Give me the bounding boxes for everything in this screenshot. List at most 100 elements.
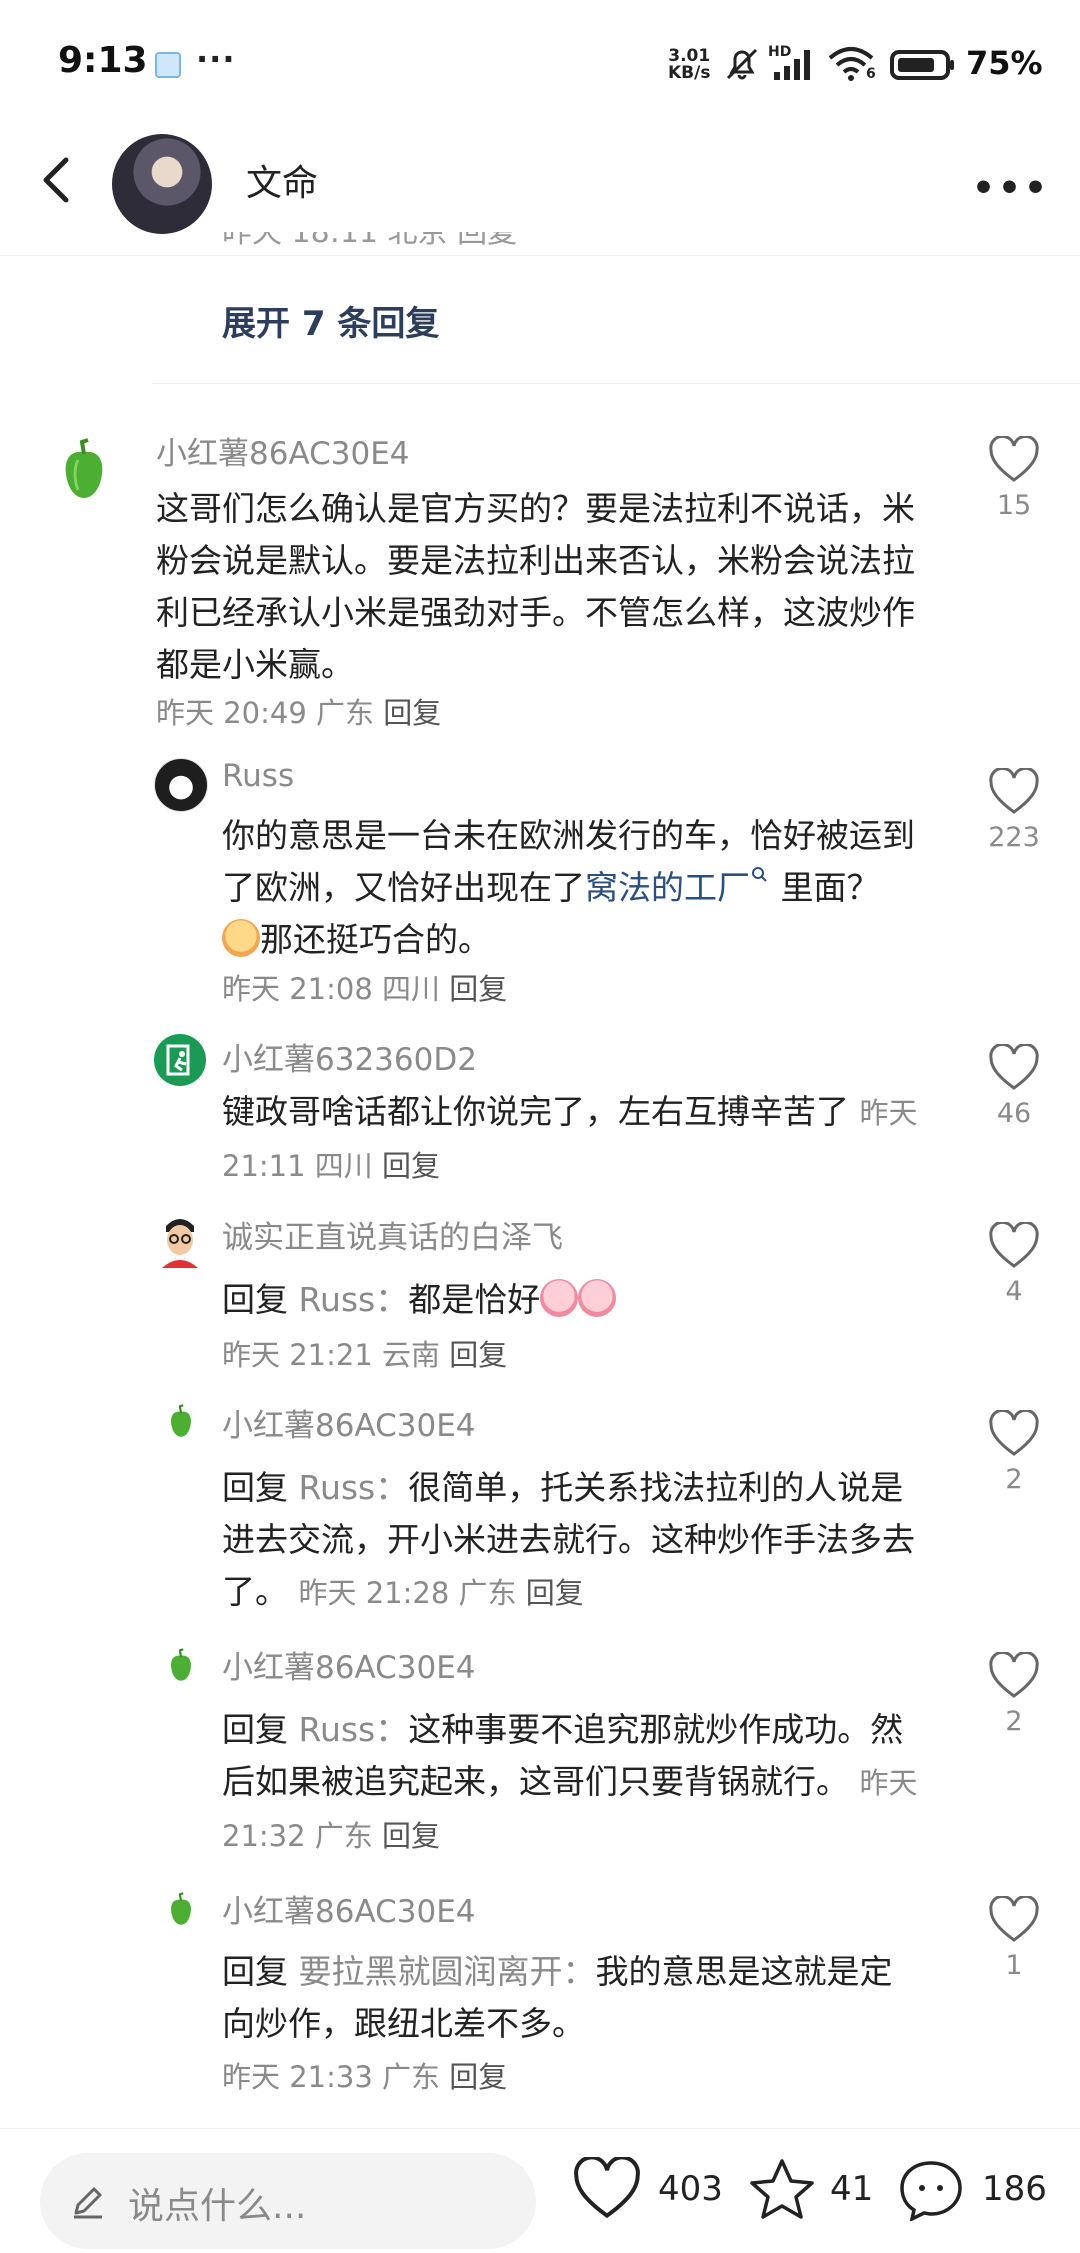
clock: 9:13: [58, 40, 148, 81]
comment-meta: 昨天 20:49 广东 回复: [156, 690, 441, 732]
comment-meta: 昨天 21:21 云南 回复: [222, 1332, 507, 1374]
signal-icon: [774, 50, 810, 80]
pepper-avatar-icon[interactable]: [60, 438, 108, 500]
like-count: 2: [1005, 1464, 1023, 1495]
reply-button[interactable]: 回复: [449, 2060, 507, 2094]
comment-author[interactable]: 小红薯86AC30E4: [222, 1886, 476, 1931]
search-link[interactable]: 窝法的工厂: [585, 868, 750, 907]
cartoon-face-icon: [162, 1219, 198, 1268]
comment-location: 广东: [382, 2060, 441, 2094]
russ-avatar[interactable]: [154, 758, 208, 812]
chat-header: 文命 •••: [0, 130, 1080, 256]
search-icon[interactable]: [750, 865, 770, 889]
pepper-avatar-icon[interactable]: [168, 1648, 194, 1682]
reply-button[interactable]: 回复: [382, 1149, 440, 1183]
heart-icon[interactable]: [988, 1894, 1040, 1944]
heart-icon[interactable]: [988, 1408, 1040, 1458]
reply-target[interactable]: Russ：: [299, 1710, 409, 1749]
exit-figure-icon: [166, 1044, 190, 1076]
comment-author[interactable]: 小红薯86AC30E4: [156, 428, 410, 473]
comment-input[interactable]: 说点什么...: [40, 2153, 536, 2249]
comment-time: 昨天 20:49: [156, 696, 307, 730]
reply-button[interactable]: 回复: [382, 1819, 440, 1853]
battery-percent: 75%: [966, 44, 1043, 82]
favorite-count: 41: [830, 2169, 874, 2209]
pepper-avatar-icon[interactable]: [168, 1404, 194, 1438]
comment-meta: 昨天 21:08 四川 回复: [222, 966, 507, 1008]
like-button[interactable]: 223: [984, 766, 1044, 853]
comment-body: 回复 Russ：这种事要不追究那就炒作成功。然后如果被追究起来，这哥们只要背锅就…: [222, 1704, 922, 1862]
reply-button[interactable]: 回复: [383, 696, 441, 730]
favorite-button[interactable]: [748, 2157, 816, 2225]
net-speed: 3.01 KB/s: [668, 48, 710, 82]
comment-author[interactable]: 小红薯86AC30E4: [222, 1642, 476, 1687]
like-post-button[interactable]: [572, 2155, 642, 2225]
reply-button[interactable]: 回复: [449, 972, 507, 1006]
pepper-avatar-icon[interactable]: [168, 1892, 194, 1926]
comment-text: 键政哥啥话都让你说完了，左右互搏辛苦了: [222, 1092, 849, 1131]
crying-laugh-emoji-icon: [578, 1279, 617, 1317]
comment-bubble-icon[interactable]: [896, 2157, 966, 2223]
comment-text-2: 里面？: [780, 868, 880, 907]
green-exit-avatar[interactable]: [154, 1034, 206, 1086]
like-count: 46: [996, 1098, 1032, 1129]
comment-author[interactable]: 小红薯632360D2: [222, 1034, 477, 1079]
comment-author[interactable]: 诚实正直说真话的白泽飞: [222, 1212, 563, 1257]
comment-author[interactable]: Russ: [222, 758, 294, 794]
heart-icon[interactable]: [988, 1650, 1040, 1700]
post-like-count: 403: [658, 2169, 723, 2209]
comment-body: 这哥们怎么确认是官方买的？要是法拉利不说话，米粉会说是默认。要是法拉利出来否认，…: [156, 483, 916, 691]
like-button[interactable]: 1: [984, 1894, 1044, 1981]
reply-target[interactable]: Russ：: [299, 1280, 409, 1319]
like-button[interactable]: 2: [984, 1650, 1044, 1737]
reply-target[interactable]: Russ：: [299, 1468, 409, 1507]
comment-meta: 昨天 21:33 广东 回复: [222, 2054, 507, 2096]
reply-target[interactable]: 要拉黑就圆润离开：: [299, 1952, 596, 1991]
heart-icon[interactable]: [572, 2155, 642, 2221]
reply-prefix: 回复: [222, 1280, 288, 1319]
comment-body: 键政哥啥话都让你说完了，左右互搏辛苦了 昨天 21:11 四川 回复: [222, 1086, 922, 1192]
like-button[interactable]: 2: [984, 1408, 1044, 1495]
comment-author[interactable]: 小红薯86AC30E4: [222, 1400, 476, 1445]
heart-icon[interactable]: [988, 1220, 1040, 1270]
comment-time: 昨天 21:21: [222, 1338, 373, 1372]
divider: [152, 383, 1080, 384]
comment-placeholder: 说点什么...: [128, 2186, 307, 2227]
like-count: 1: [1005, 1950, 1023, 1981]
crying-laugh-emoji-icon: [540, 1279, 579, 1317]
comment-location: 广东: [316, 696, 375, 730]
comment-body: 回复 要拉黑就圆润离开：我的意思是这就是定向炒作，跟纽北差不多。: [222, 1946, 922, 2050]
expand-replies-button[interactable]: 展开 7 条回复: [222, 296, 439, 345]
heart-icon[interactable]: [988, 766, 1040, 816]
clipped-meta-text: 昨天 18:11 北京 回复: [222, 232, 518, 250]
comment-time: 昨天 21:28: [298, 1576, 450, 1610]
heart-icon[interactable]: [988, 1042, 1040, 1092]
author-avatar[interactable]: [112, 134, 212, 234]
author-name[interactable]: 文命: [246, 154, 318, 206]
comment-location: 广东: [458, 1576, 517, 1610]
comments-button[interactable]: [896, 2157, 966, 2225]
battery-icon: [890, 50, 954, 80]
like-button[interactable]: 4: [984, 1220, 1044, 1307]
reply-button[interactable]: 回复: [526, 1576, 584, 1610]
like-button[interactable]: 46: [984, 1042, 1044, 1129]
more-options-icon[interactable]: •••: [972, 168, 1050, 209]
reply-prefix: 回复: [222, 1468, 288, 1507]
back-arrow-icon[interactable]: [34, 152, 84, 208]
comment-count: 186: [982, 2169, 1047, 2209]
glasses-man-avatar[interactable]: [154, 1212, 206, 1268]
reply-prefix: 回复: [222, 1952, 288, 1991]
heart-icon[interactable]: [988, 434, 1040, 484]
like-count: 223: [988, 822, 1040, 853]
like-button[interactable]: 15: [984, 434, 1044, 521]
comment-text: 这哥们怎么确认是官方买的？要是法拉利不说话，米粉会说是默认。要是法拉利出来否认，…: [156, 489, 915, 684]
net-speed-unit: KB/s: [668, 63, 711, 83]
star-icon[interactable]: [748, 2157, 816, 2221]
bottom-action-bar: 说点什么... 403 41 186: [0, 2128, 1080, 2253]
comment-location: 云南: [382, 1338, 441, 1372]
reply-button[interactable]: 回复: [449, 1338, 507, 1372]
comment-location: 四川: [314, 1149, 373, 1183]
like-count: 15: [996, 490, 1032, 521]
comment-location: 四川: [382, 972, 441, 1006]
comment-body: 回复 Russ：很简单，托关系找法拉利的人说是进去交流，开小米进去就行。这种炒作…: [222, 1462, 922, 1619]
